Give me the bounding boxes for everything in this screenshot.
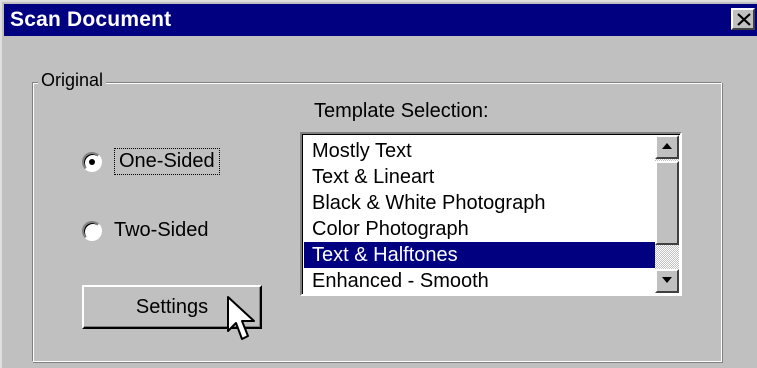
scroll-thumb[interactable] [655, 161, 679, 245]
list-item-selected[interactable]: Text & Halftones [304, 242, 656, 268]
two-sided-radio[interactable]: Two-Sided [82, 218, 209, 243]
one-sided-label: One-Sided [114, 148, 220, 175]
vertical-scrollbar[interactable] [655, 135, 679, 293]
radio-dot-icon [89, 158, 95, 165]
list-item[interactable]: Color Photograph [304, 216, 656, 242]
radio-button-checked[interactable] [82, 151, 102, 172]
list-item[interactable]: Black & White Photograph [304, 190, 656, 216]
one-sided-radio[interactable]: One-Sided [82, 148, 220, 175]
two-sided-label: Two-Sided [114, 219, 209, 241]
scan-document-dialog: Scan Document Original One-Sided Two-Sid… [0, 0, 757, 368]
template-listbox[interactable]: Mostly Text Text & Lineart Black & White… [300, 132, 682, 296]
title-bar: Scan Document [4, 4, 757, 36]
radio-button-unchecked[interactable] [82, 220, 102, 241]
arrow-down-icon [662, 277, 672, 283]
scroll-up-button[interactable] [655, 135, 679, 159]
close-button[interactable] [731, 8, 755, 30]
list-item[interactable]: Enhanced - Smooth [304, 268, 656, 294]
list-item[interactable]: Mostly Text [304, 138, 656, 164]
template-list: Mostly Text Text & Lineart Black & White… [304, 138, 656, 294]
scroll-down-button[interactable] [655, 269, 679, 293]
template-selection-label: Template Selection: [314, 100, 489, 122]
dialog-title: Scan Document [10, 8, 172, 31]
list-item[interactable]: Text & Lineart [304, 164, 656, 190]
mouse-pointer-icon [227, 296, 255, 340]
arrow-up-icon [662, 143, 672, 149]
settings-button-label: Settings [135, 295, 209, 318]
close-icon [737, 13, 751, 26]
original-group-label: Original [38, 70, 107, 91]
